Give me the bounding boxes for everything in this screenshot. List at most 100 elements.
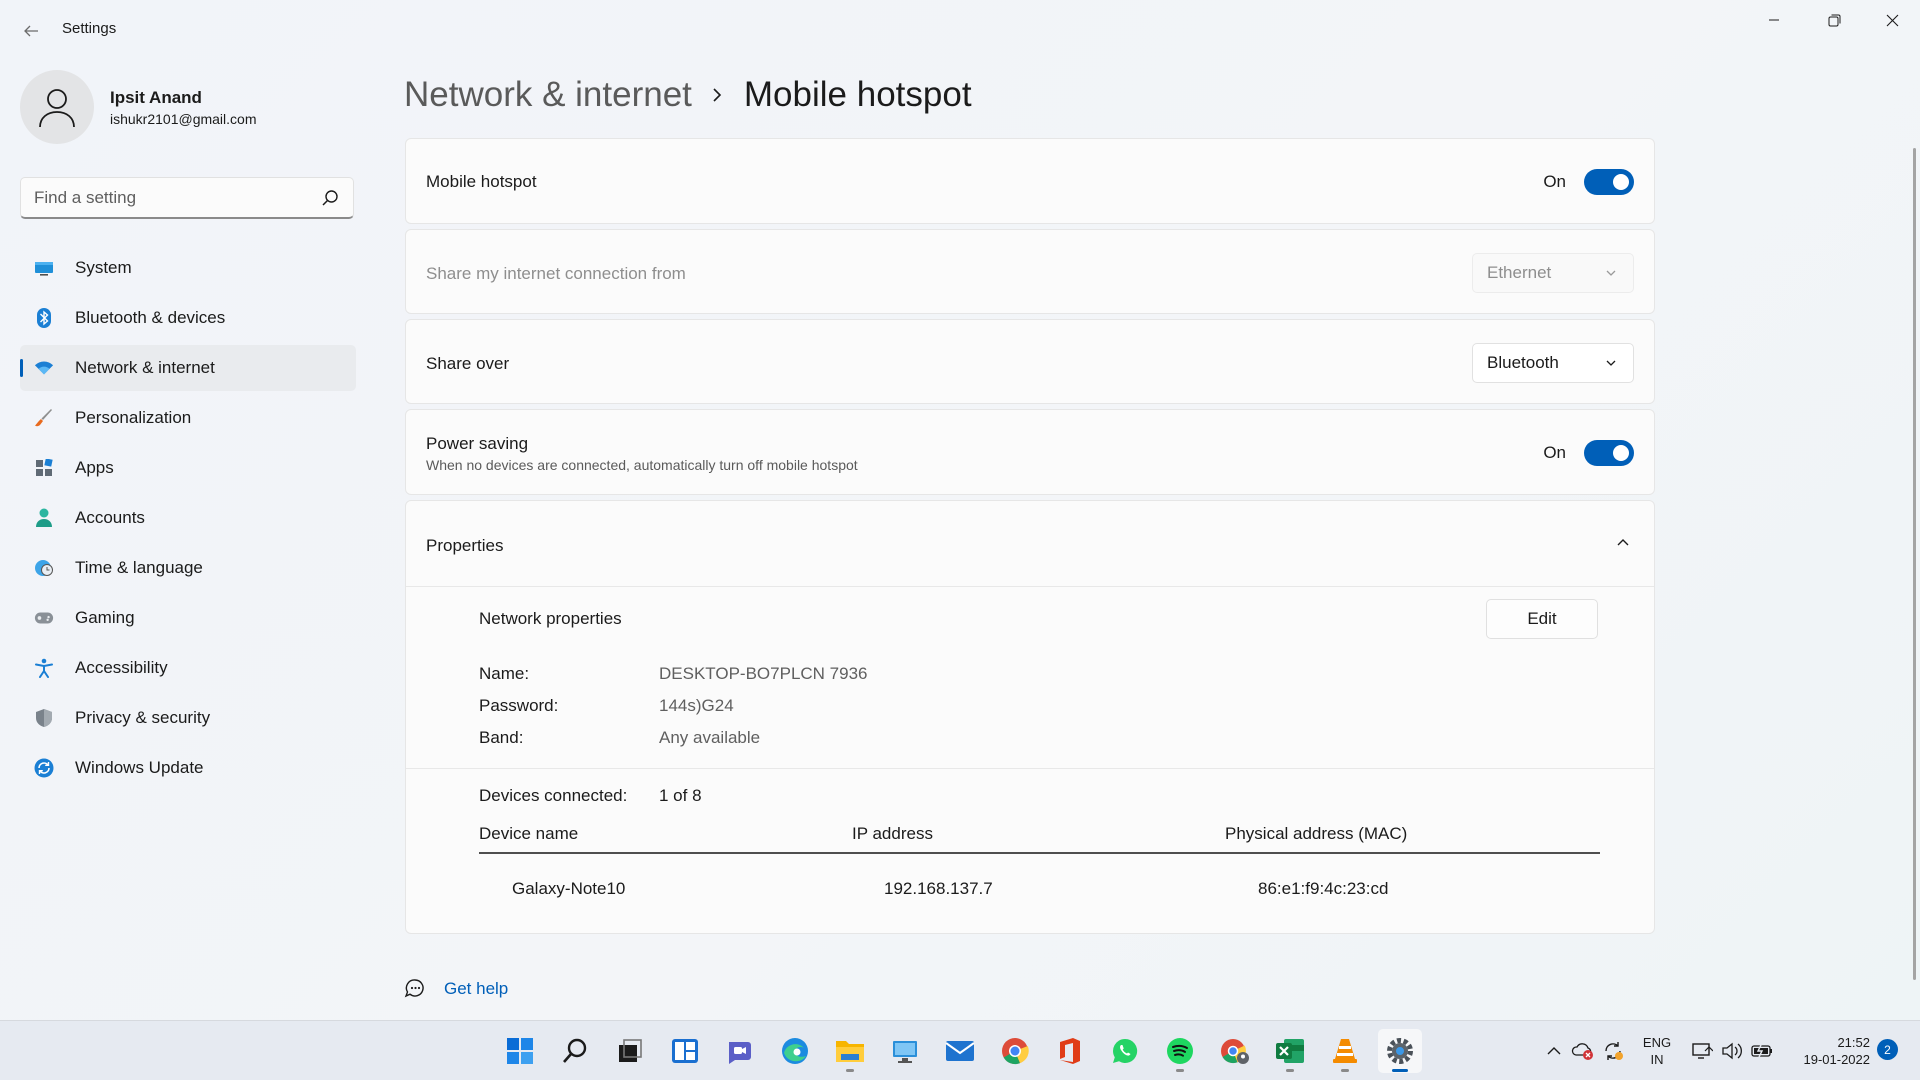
edge-button[interactable]: [773, 1029, 817, 1073]
mail-icon: [945, 1041, 975, 1061]
sidebar-item-accessibility[interactable]: Accessibility: [20, 645, 356, 691]
teams-chat-button[interactable]: [718, 1029, 762, 1073]
clock[interactable]: 21:52 19-01-2022: [1780, 1034, 1871, 1068]
device-name-cell: Galaxy-Note10: [512, 879, 626, 898]
file-explorer-button[interactable]: [828, 1029, 872, 1073]
devices-connected-value: 1 of 8: [659, 786, 702, 805]
sidebar-item-time-language[interactable]: Time & language: [20, 545, 356, 591]
settings-button[interactable]: [1378, 1029, 1422, 1073]
mobile-hotspot-toggle[interactable]: [1584, 169, 1634, 195]
avatar: [20, 70, 94, 144]
sidebar-item-windows-update[interactable]: Windows Update: [20, 745, 356, 791]
user-profile[interactable]: Ipsit Anand ishukr2101@gmail.com: [20, 70, 360, 146]
column-device-name: Device name: [479, 824, 579, 843]
sidebar-item-gaming[interactable]: Gaming: [20, 595, 356, 641]
connected-devices-section: Devices connected: 1 of 8 Device name IP…: [406, 501, 1654, 935]
power-saving-description: When no devices are connected, automatic…: [426, 457, 858, 473]
back-button[interactable]: [14, 14, 48, 48]
share-over-value: Bluetooth: [1487, 353, 1559, 372]
sidebar-item-label: Apps: [75, 458, 114, 477]
chrome-icon: [1002, 1038, 1029, 1065]
mobile-hotspot-label: Mobile hotspot: [426, 172, 537, 191]
sidebar-item-label: Network & internet: [75, 358, 215, 377]
sidebar-item-bluetooth[interactable]: Bluetooth & devices: [20, 295, 356, 341]
whatsapp-button[interactable]: [1103, 1029, 1147, 1073]
toggle-knob: [1613, 174, 1629, 190]
column-mac-address: Physical address (MAC): [1225, 824, 1408, 843]
running-indicator: [846, 1069, 854, 1072]
sidebar-item-apps[interactable]: Apps: [20, 445, 356, 491]
sidebar-item-personalization[interactable]: Personalization: [20, 395, 356, 441]
onedrive-error-icon[interactable]: [1571, 1039, 1595, 1063]
sidebar-nav: System Bluetooth & devices Network & int…: [20, 245, 356, 795]
scrollbar[interactable]: [1913, 148, 1916, 980]
power-saving-state: On: [1543, 443, 1566, 462]
restore-icon: [1828, 14, 1840, 26]
chevron-down-icon: [1606, 360, 1616, 366]
start-button[interactable]: [498, 1029, 542, 1073]
back-arrow-icon: [24, 25, 38, 37]
widgets-button[interactable]: [663, 1029, 707, 1073]
page-title: Mobile hotspot: [743, 75, 972, 114]
power-saving-toggle-group: On: [1543, 440, 1634, 466]
office-button[interactable]: [1048, 1029, 1092, 1073]
search-icon[interactable]: [321, 189, 339, 207]
sidebar-item-label: Privacy & security: [75, 708, 211, 727]
remote-desktop-button[interactable]: [883, 1029, 927, 1073]
chrome-button[interactable]: [993, 1029, 1037, 1073]
chrome-profile-icon: [1221, 1039, 1249, 1064]
sidebar-item-privacy[interactable]: Privacy & security: [20, 695, 356, 741]
running-indicator: [1341, 1069, 1349, 1072]
update-icon: [34, 758, 54, 778]
sidebar-item-accounts[interactable]: Accounts: [20, 495, 356, 541]
vlc-button[interactable]: [1323, 1029, 1367, 1073]
monitor-icon: [34, 258, 54, 278]
settings-search[interactable]: [20, 177, 354, 219]
bluetooth-icon: [34, 308, 54, 328]
vlc-icon: [1333, 1039, 1357, 1063]
sidebar-item-system[interactable]: System: [20, 245, 356, 291]
search-input[interactable]: [21, 178, 311, 218]
minimize-button[interactable]: [1746, 0, 1802, 40]
close-button[interactable]: [1864, 0, 1920, 40]
language-indicator[interactable]: ENG IN: [1640, 1034, 1674, 1068]
get-help-link[interactable]: Get help: [404, 975, 508, 1003]
help-chat-icon: [404, 979, 424, 998]
sidebar-item-label: Windows Update: [75, 758, 204, 777]
widgets-icon: [672, 1039, 698, 1063]
network-icon[interactable]: [1690, 1039, 1714, 1063]
chrome-profile-button[interactable]: [1213, 1029, 1257, 1073]
column-ip-address: IP address: [852, 824, 933, 843]
teams-chat-icon: [729, 1042, 751, 1064]
sync-icon[interactable]: [1601, 1039, 1625, 1063]
excel-button[interactable]: [1268, 1029, 1312, 1073]
search-icon: [563, 1038, 587, 1063]
battery-icon[interactable]: [1750, 1039, 1774, 1063]
spotify-button[interactable]: [1158, 1029, 1202, 1073]
remote-desktop-icon: [893, 1041, 917, 1063]
chevron-up-icon[interactable]: [1542, 1039, 1566, 1063]
sidebar-item-network[interactable]: Network & internet: [20, 345, 356, 391]
share-from-dropdown[interactable]: Ethernet: [1472, 253, 1634, 293]
power-saving-toggle[interactable]: [1584, 440, 1634, 466]
wifi-icon: [34, 358, 54, 378]
mail-button[interactable]: [938, 1029, 982, 1073]
task-view-button[interactable]: [608, 1029, 652, 1073]
running-indicator: [1286, 1069, 1294, 1072]
taskbar: ENG IN 21:52 19-01-2022 2: [0, 1020, 1920, 1080]
edge-icon: [782, 1038, 808, 1064]
title-bar: Settings: [0, 0, 1920, 60]
language-line-1: ENG: [1642, 1035, 1672, 1050]
sidebar-item-label: Accessibility: [75, 658, 168, 677]
share-over-dropdown[interactable]: Bluetooth: [1472, 343, 1634, 383]
volume-icon[interactable]: [1720, 1039, 1744, 1063]
whatsapp-icon: [1113, 1038, 1138, 1063]
office-icon: [1060, 1038, 1080, 1064]
notification-badge[interactable]: 2: [1877, 1039, 1898, 1060]
breadcrumb-parent[interactable]: Network & internet: [404, 75, 692, 115]
power-saving-label: Power saving: [426, 434, 529, 453]
taskbar-search-button[interactable]: [553, 1029, 597, 1073]
restore-button[interactable]: [1806, 0, 1862, 40]
properties-card: Properties Network properties Edit Name:…: [405, 500, 1655, 934]
table-row: Galaxy-Note10 192.168.137.7 86:e1:f9:4c:…: [406, 853, 1654, 913]
